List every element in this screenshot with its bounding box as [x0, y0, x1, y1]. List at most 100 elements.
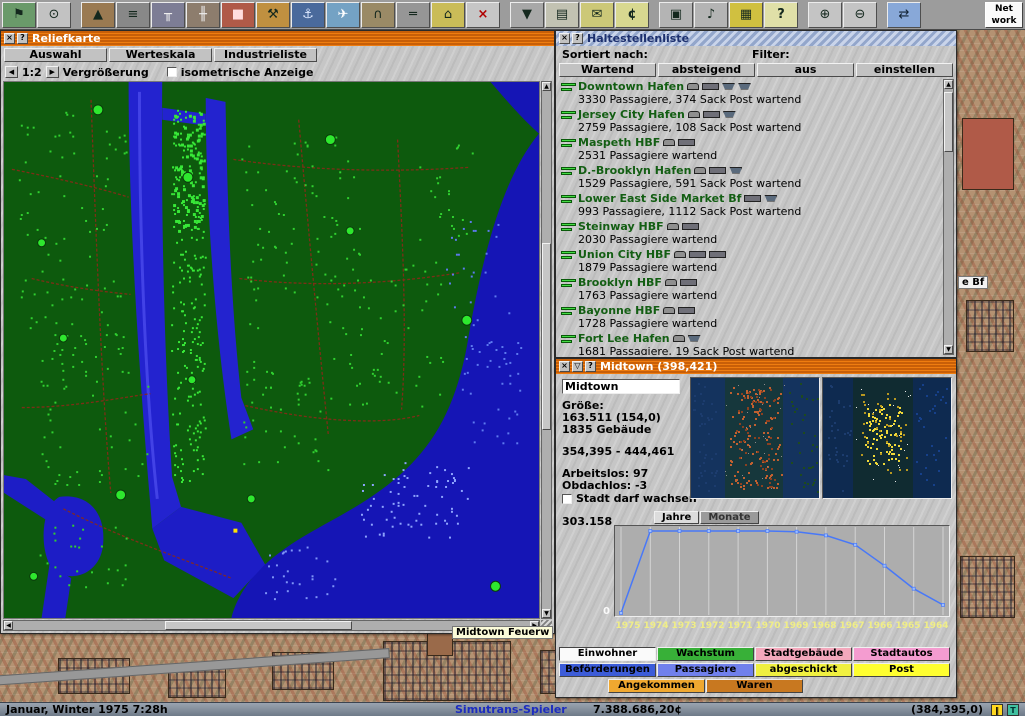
map-selection-button[interactable]: Auswahl — [4, 48, 107, 62]
isometric-label: isometrische Anzeige — [181, 66, 314, 79]
stops-scroll-knob[interactable] — [944, 92, 953, 152]
stop-info: 1681 Passagiere, 19 Sack Post wartend — [578, 345, 942, 355]
scroll-down-icon[interactable]: ▼ — [944, 345, 953, 354]
relief-map[interactable] — [4, 82, 539, 618]
zoom-out-arrow-icon[interactable]: ◀ — [5, 66, 18, 78]
map-zoom-row: ◀ 1:2 ▶ Vergrößerung isometrische Anzeig… — [1, 64, 554, 81]
map-industry-list-button[interactable]: Industrieliste — [214, 48, 317, 62]
legend-stadtautos-button[interactable]: Stadtautos — [853, 647, 950, 661]
city-list-icon[interactable]: ▦ — [729, 2, 763, 28]
close-icon[interactable]: × — [4, 33, 15, 44]
legend-abgeschickt-button[interactable]: abgeschickt — [755, 663, 852, 677]
city-grow-checkbox[interactable] — [562, 494, 572, 504]
airport-tools-icon[interactable]: ✈ — [326, 2, 360, 28]
ship-tools-icon[interactable]: ⚓ — [291, 2, 325, 28]
slope-tools-icon[interactable]: ▲ — [81, 2, 115, 28]
sort-order-button[interactable]: absteigend — [658, 63, 755, 77]
legend-wachstum-button[interactable]: Wachstum — [657, 647, 754, 661]
chart-x-label: 1970 — [754, 621, 782, 631]
city-name-input[interactable] — [562, 379, 680, 394]
line-list-icon[interactable]: ▤ — [545, 2, 579, 28]
list-item[interactable]: Lower East Side Market Bf 993 Passagiere… — [558, 191, 942, 219]
filter-toggle-button[interactable]: aus — [757, 63, 854, 77]
legend-waren-button[interactable]: Waren — [706, 679, 803, 693]
stops-window-titlebar[interactable]: × ? Haltestellenliste — [556, 31, 956, 46]
screenshot-icon[interactable]: ▣ — [659, 2, 693, 28]
pause-icon[interactable]: ‖ — [991, 704, 1003, 716]
help-icon[interactable]: ? — [585, 361, 596, 372]
road-tools-icon[interactable]: ═ — [396, 2, 430, 28]
cursor-coordinates: (384,395,0) — [911, 704, 983, 716]
list-item[interactable]: Brooklyn HBF 1763 Passagiere wartend — [558, 275, 942, 303]
list-item[interactable]: Bayonne HBF 1728 Passagiere wartend — [558, 303, 942, 331]
legend-passagiere-button[interactable]: Passagiere — [657, 663, 754, 677]
stops-scrollbar[interactable]: ▲ ▼ — [943, 79, 954, 355]
scroll-up-icon[interactable]: ▲ — [944, 80, 953, 89]
list-item[interactable]: Maspeth HBF 2531 Passagiere wartend — [558, 135, 942, 163]
help-icon[interactable]: ? — [17, 33, 28, 44]
settings-icon[interactable]: ⚑ — [2, 2, 36, 28]
network-button[interactable]: Net work — [985, 2, 1023, 28]
player-switch-icon[interactable]: ⇄ — [887, 2, 921, 28]
zoom-in-icon[interactable]: ⊕ — [808, 2, 842, 28]
train-icon — [744, 195, 761, 202]
legend-stadtgebaeude-button[interactable]: Stadtgebäude — [755, 647, 852, 661]
list-item[interactable]: Downtown Hafen 3330 Passagiere, 374 Sack… — [558, 79, 942, 107]
special-build-icon[interactable]: ⌂ — [431, 2, 465, 28]
waiting-bars — [558, 303, 578, 331]
remove-tool-icon[interactable]: × — [466, 2, 500, 28]
tab-years[interactable]: Jahre — [654, 511, 699, 524]
stop-name: Fort Lee Hafen — [578, 332, 670, 345]
list-item[interactable]: Fort Lee Hafen 1681 Passagiere, 19 Sack … — [558, 331, 942, 355]
legend-angekommen-button[interactable]: Angekommen — [608, 679, 705, 693]
city-minimap[interactable] — [690, 377, 820, 499]
timeline-icon[interactable]: T — [1007, 704, 1019, 716]
bridge-tools-icon[interactable]: ∩ — [361, 2, 395, 28]
ship-icon — [722, 83, 735, 90]
isometric-checkbox[interactable] — [167, 67, 177, 77]
scroll-left-icon[interactable]: ◀ — [4, 621, 13, 630]
player-name: Simutrans-Spieler — [455, 704, 567, 716]
filter-settings-button[interactable]: einstellen — [856, 63, 953, 77]
list-item[interactable]: D.-Brooklyn Hafen 1529 Passagiere, 591 S… — [558, 163, 942, 191]
scroll-down-icon[interactable]: ▼ — [542, 609, 551, 618]
list-item[interactable]: Jersey City Hafen 2759 Passagiere, 108 S… — [558, 107, 942, 135]
scroll-up-icon[interactable]: ▲ — [542, 82, 551, 91]
legend-befoerderungen-button[interactable]: Beförderungen — [559, 663, 656, 677]
ship-icon — [738, 83, 751, 90]
map-vscroll-knob[interactable] — [542, 243, 551, 431]
mailbox-icon[interactable]: ✉ — [580, 2, 614, 28]
close-icon[interactable]: × — [559, 361, 570, 372]
bus-icon — [667, 223, 679, 230]
marker-tool-icon[interactable]: ▼ — [510, 2, 544, 28]
shade-icon[interactable]: ▽ — [572, 361, 583, 372]
rail-tools-icon[interactable]: ≡ — [116, 2, 150, 28]
crane-tools-icon[interactable]: ⚒ — [256, 2, 290, 28]
list-item[interactable]: Steinway HBF 2030 Passagiere wartend — [558, 219, 942, 247]
tab-months[interactable]: Monate — [700, 511, 758, 524]
legend-einwohner-button[interactable]: Einwohner — [559, 647, 656, 661]
zoom-out-icon[interactable]: ⊖ — [843, 2, 877, 28]
finance-icon[interactable]: ¢ — [615, 2, 649, 28]
map-scale-button[interactable]: Werteskala — [109, 48, 212, 62]
help-icon[interactable]: ? — [764, 2, 798, 28]
bus-icon — [673, 335, 685, 342]
city-window-titlebar[interactable]: × ▽ ? Midtown (398,421) — [556, 359, 956, 374]
train-tools-icon[interactable]: ╥ — [151, 2, 185, 28]
truck-tools-icon[interactable]: ■ — [221, 2, 255, 28]
sound-icon[interactable]: ♪ — [694, 2, 728, 28]
map-window-titlebar[interactable]: × ? Reliefkarte — [1, 31, 554, 46]
tram-tools-icon[interactable]: ╫ — [186, 2, 220, 28]
zoom-in-arrow-icon[interactable]: ▶ — [46, 66, 59, 78]
map-vertical-scrollbar[interactable]: ▲ ▼ — [541, 81, 552, 619]
sort-mode-button[interactable]: Wartend — [559, 63, 656, 77]
query-icon[interactable]: ⊙ — [37, 2, 71, 28]
relief-map-area[interactable] — [3, 81, 540, 619]
city-destination-minimap[interactable] — [822, 377, 952, 499]
help-icon[interactable]: ? — [572, 33, 583, 44]
list-item[interactable]: Union City HBF 1879 Passagiere wartend — [558, 247, 942, 275]
map-hscroll-knob[interactable] — [165, 621, 352, 630]
legend-post-button[interactable]: Post — [853, 663, 950, 677]
train-icon — [678, 307, 695, 314]
close-icon[interactable]: × — [559, 33, 570, 44]
